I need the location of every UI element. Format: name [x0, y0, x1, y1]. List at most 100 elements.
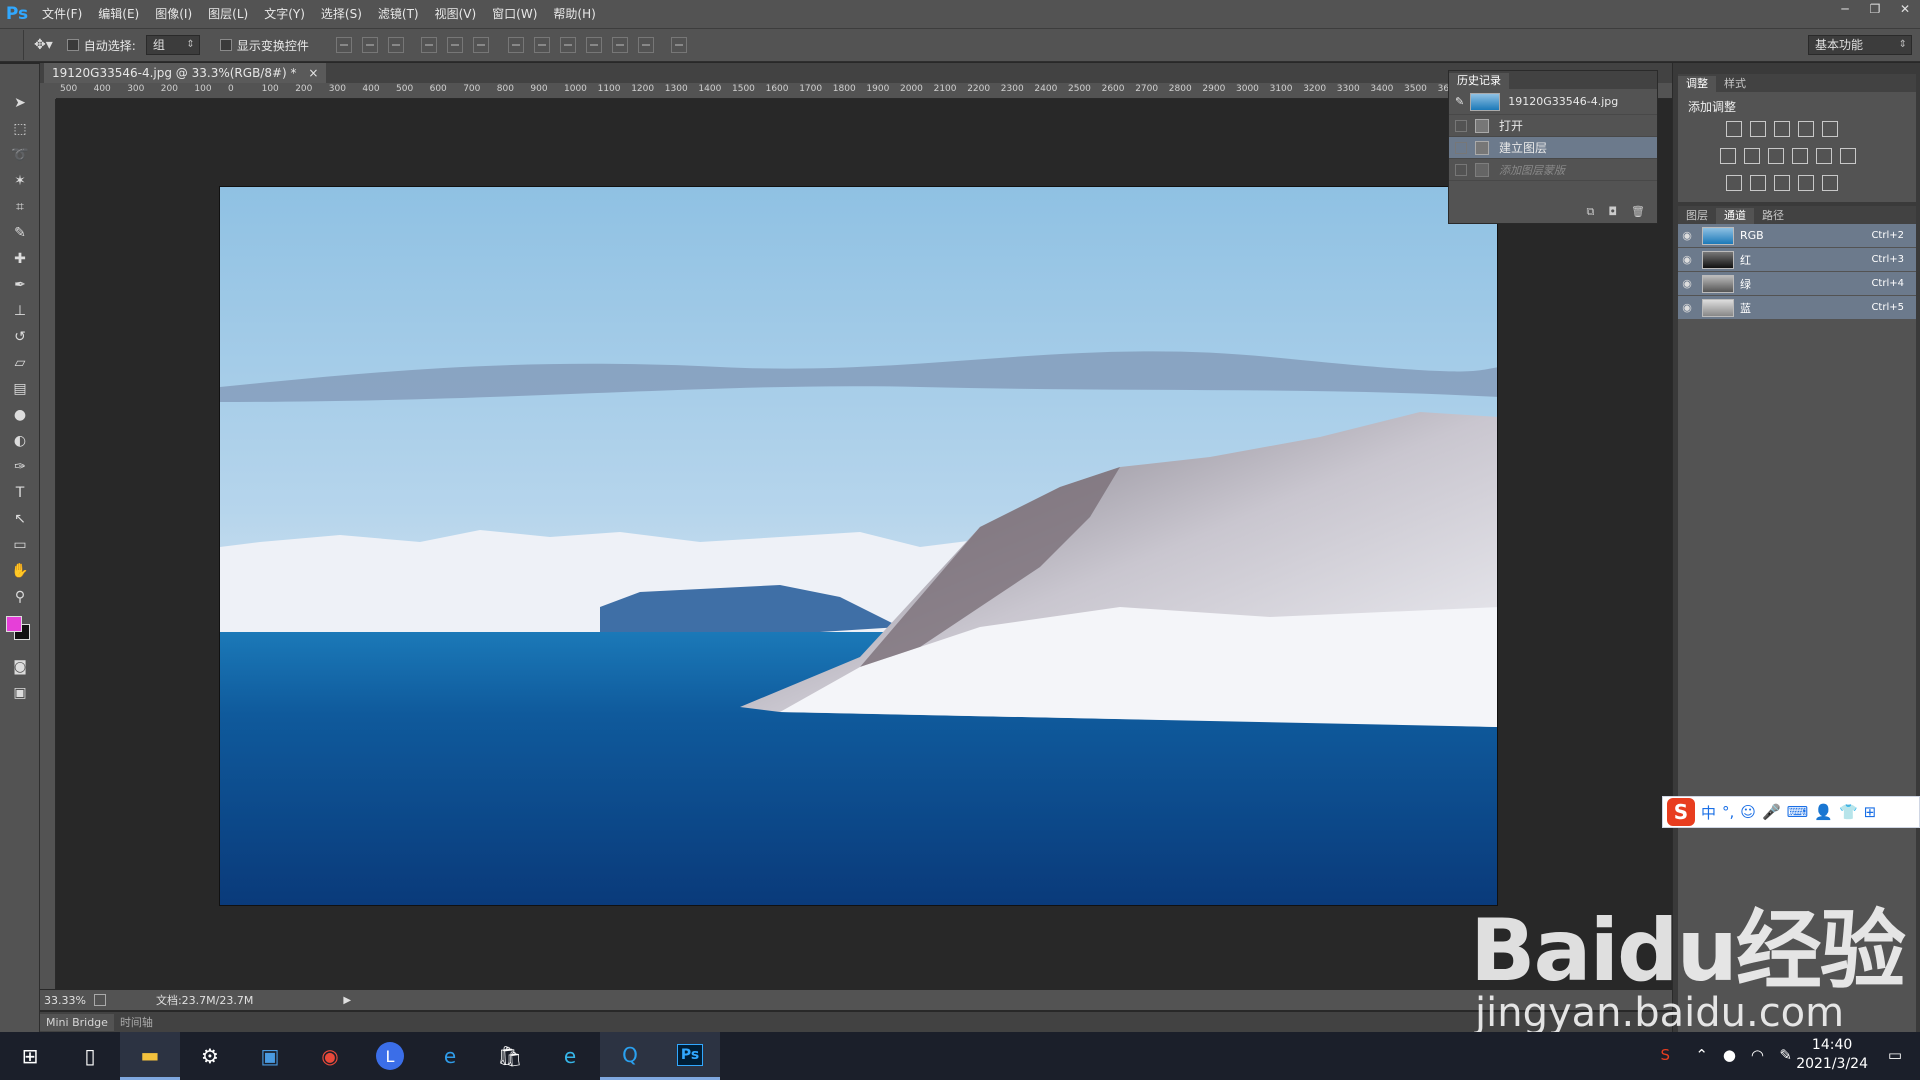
- levels-icon[interactable]: [1750, 121, 1766, 137]
- photoshop-taskbar-icon[interactable]: Ps: [660, 1032, 720, 1080]
- lasso-tool-icon[interactable]: ➰: [0, 142, 40, 168]
- menu-filter[interactable]: 滤镜(T): [370, 0, 427, 28]
- menu-layer[interactable]: 图层(L): [200, 0, 256, 28]
- align-vcenter-icon[interactable]: [361, 37, 378, 53]
- menu-file[interactable]: 文件(F): [34, 0, 90, 28]
- path-select-icon[interactable]: ↖: [0, 506, 40, 532]
- distribute-left-icon[interactable]: [585, 37, 602, 53]
- menu-type[interactable]: 文字(Y): [256, 0, 313, 28]
- threshold-icon[interactable]: [1774, 175, 1790, 191]
- edge-icon[interactable]: e: [540, 1032, 600, 1080]
- align-top-icon[interactable]: [335, 37, 352, 53]
- distribute-vcenter-icon[interactable]: [533, 37, 550, 53]
- auto-select-dropdown[interactable]: 组: [145, 35, 200, 55]
- tab-styles[interactable]: 样式: [1716, 76, 1754, 92]
- marquee-tool-icon[interactable]: ⬚: [0, 116, 40, 142]
- history-checkbox[interactable]: [1455, 141, 1467, 154]
- menu-edit[interactable]: 编辑(E): [90, 0, 147, 28]
- ime-punctuation[interactable]: °,: [1722, 803, 1734, 821]
- new-document-icon[interactable]: ⧉: [1586, 205, 1594, 219]
- distribute-top-icon[interactable]: [507, 37, 524, 53]
- qq-tray-icon[interactable]: ●: [1723, 1046, 1736, 1064]
- channel-row[interactable]: ◉ 绿 Ctrl+4: [1678, 272, 1916, 296]
- selective-color-icon[interactable]: [1798, 175, 1814, 191]
- menu-select[interactable]: 选择(S): [313, 0, 370, 28]
- move-tool-icon[interactable]: ➤: [0, 90, 40, 116]
- healing-brush-icon[interactable]: ✚: [0, 246, 40, 272]
- shape-tool-icon[interactable]: ▭: [0, 532, 40, 558]
- tab-mini-bridge[interactable]: Mini Bridge: [40, 1013, 114, 1031]
- photos-icon[interactable]: ▣: [240, 1032, 300, 1080]
- posterize-icon[interactable]: [1750, 175, 1766, 191]
- document-image[interactable]: [219, 186, 1498, 906]
- eye-icon[interactable]: ◉: [1678, 229, 1696, 242]
- chrome-icon[interactable]: ◉: [300, 1032, 360, 1080]
- blur-tool-icon[interactable]: ●: [0, 402, 40, 428]
- crop-tool-icon[interactable]: ⌗: [0, 194, 40, 220]
- settings-icon[interactable]: ⚙: [180, 1032, 240, 1080]
- task-view-icon[interactable]: ▯: [60, 1032, 120, 1080]
- distribute-hcenter-icon[interactable]: [611, 37, 628, 53]
- history-brush-source-icon[interactable]: ✎: [1455, 95, 1464, 108]
- gradient-map-icon[interactable]: [1822, 175, 1838, 191]
- gradient-tool-icon[interactable]: ▤: [0, 376, 40, 402]
- align-bottom-icon[interactable]: [387, 37, 404, 53]
- tab-layers[interactable]: 图层: [1678, 208, 1716, 224]
- channel-row[interactable]: ◉ 红 Ctrl+3: [1678, 248, 1916, 272]
- pen-tool-icon[interactable]: ✑: [0, 454, 40, 480]
- tab-paths[interactable]: 路径: [1754, 208, 1792, 224]
- pen-icon[interactable]: ✎: [1779, 1046, 1792, 1064]
- move-tool-preset-icon[interactable]: ✥▾: [34, 37, 53, 53]
- minimize-button[interactable]: ─: [1830, 0, 1860, 18]
- zoom-level[interactable]: 33.33%: [44, 994, 86, 1007]
- dodge-tool-icon[interactable]: ◐: [0, 428, 40, 454]
- stamp-tool-icon[interactable]: ⊥: [0, 298, 40, 324]
- color-lookup-icon[interactable]: [1840, 148, 1856, 164]
- photo-filter-icon[interactable]: [1792, 148, 1808, 164]
- tab-adjustments[interactable]: 调整: [1678, 76, 1716, 92]
- menu-help[interactable]: 帮助(H): [545, 0, 603, 28]
- vibrance-icon[interactable]: [1822, 121, 1838, 137]
- ime-language[interactable]: 中: [1701, 802, 1716, 823]
- history-item[interactable]: 打开: [1449, 115, 1657, 137]
- type-tool-icon[interactable]: T: [0, 480, 40, 506]
- network-icon[interactable]: ◠: [1751, 1046, 1764, 1064]
- skin-icon[interactable]: 👕: [1839, 803, 1858, 821]
- show-transform-checkbox[interactable]: [219, 39, 232, 51]
- browser-q-icon[interactable]: Q: [600, 1032, 660, 1080]
- status-arrow-icon[interactable]: ▶: [343, 995, 351, 1006]
- status-options-icon[interactable]: [93, 994, 106, 1006]
- sogou-logo[interactable]: S: [1667, 798, 1695, 826]
- magic-wand-icon[interactable]: ✶: [0, 168, 40, 194]
- distribute-right-icon[interactable]: [637, 37, 654, 53]
- grid-icon[interactable]: ⊞: [1864, 803, 1877, 821]
- foreground-color[interactable]: [6, 616, 22, 632]
- tab-close-icon[interactable]: ×: [308, 66, 318, 80]
- app-l-icon[interactable]: L: [360, 1032, 420, 1080]
- workspace-dropdown[interactable]: 基本功能: [1808, 35, 1912, 55]
- curves-icon[interactable]: [1774, 121, 1790, 137]
- history-item[interactable]: 添加图层蒙版: [1449, 159, 1657, 181]
- restore-button[interactable]: ❐: [1860, 0, 1890, 18]
- zoom-tool-icon[interactable]: ⚲: [0, 584, 40, 610]
- black-white-icon[interactable]: [1768, 148, 1784, 164]
- eye-icon[interactable]: ◉: [1678, 253, 1696, 266]
- eye-icon[interactable]: ◉: [1678, 277, 1696, 290]
- emoji-icon[interactable]: ☺: [1740, 803, 1756, 821]
- channel-row[interactable]: ◉ RGB Ctrl+2: [1678, 224, 1916, 248]
- hue-saturation-icon[interactable]: [1720, 148, 1736, 164]
- camera-icon[interactable]: ◘: [1608, 205, 1617, 219]
- windows-start-icon[interactable]: ⊞: [0, 1032, 60, 1080]
- color-balance-icon[interactable]: [1744, 148, 1760, 164]
- document-tab[interactable]: 19120G33546-4.jpg @ 33.3%(RGB/8#) * ×: [44, 63, 327, 83]
- tab-channels[interactable]: 通道: [1716, 208, 1754, 224]
- eyedropper-icon[interactable]: ✎: [0, 220, 40, 246]
- hand-tool-icon[interactable]: ✋: [0, 558, 40, 584]
- distribute-bottom-icon[interactable]: [559, 37, 576, 53]
- notification-icon[interactable]: ▭: [1888, 1046, 1902, 1064]
- user-icon[interactable]: 👤: [1814, 803, 1833, 821]
- auto-select-checkbox[interactable]: [66, 39, 79, 51]
- channel-row[interactable]: ◉ 蓝 Ctrl+5: [1678, 296, 1916, 320]
- menu-window[interactable]: 窗口(W): [484, 0, 545, 28]
- history-checkbox[interactable]: [1455, 163, 1467, 176]
